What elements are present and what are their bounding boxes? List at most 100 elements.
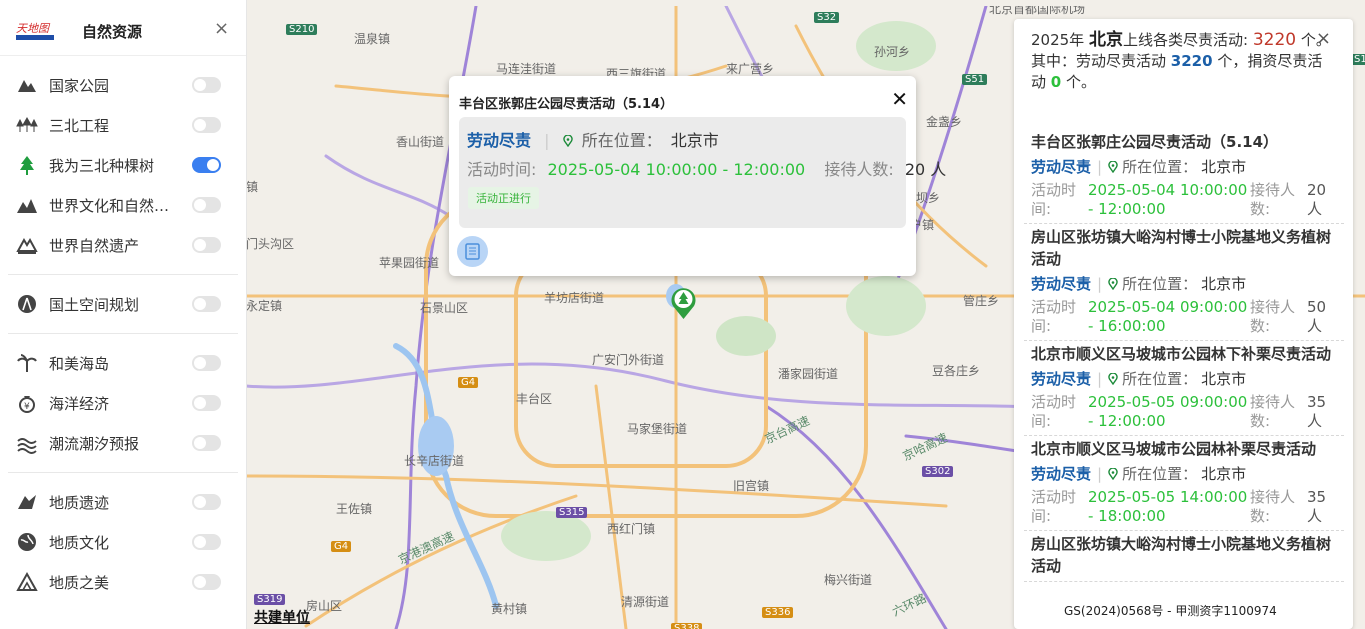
layer-toggle[interactable]: [192, 77, 221, 93]
event-type-row: 劳动尽责 | 所在位置： 北京市: [1031, 368, 1344, 389]
popup-close-icon[interactable]: ✕: [891, 87, 908, 111]
layer-item[interactable]: ¥ 海洋经济: [8, 383, 238, 423]
layer-toggle[interactable]: [192, 157, 221, 173]
road-badge: G4: [458, 377, 479, 388]
event-location-label: 所在位置：: [1122, 275, 1198, 293]
layer-item-label: 国土空间规划: [49, 295, 140, 314]
tree-planting-icon: [16, 154, 38, 176]
event-title: 房山区张坊镇大峪沟村博士小院基地义务植树活动: [1031, 228, 1332, 268]
geo-relic-icon: [16, 491, 38, 513]
palm-tree-icon: [16, 352, 38, 374]
event-capacity-label: 接待人数:: [1250, 393, 1296, 430]
event-type: 劳动尽责: [1031, 275, 1092, 293]
layer-item-label: 地质遗迹: [49, 493, 110, 512]
event-title: 北京市顺义区马坡城市公园林补栗尽责活动: [1031, 440, 1317, 458]
map-place-label: 豆各庄乡: [932, 364, 981, 378]
event-detail-grid: 活动时间: 2025-05-04 10:00:00 - 12:00:00 接待人数:…: [1031, 181, 1344, 219]
layer-toggle[interactable]: [192, 117, 221, 133]
divider: |: [1097, 275, 1103, 293]
activity-list-panel: 2025年 北京上线各类尽责活动: 3220 个。 其中：劳动尽责活动 3220…: [1014, 19, 1353, 629]
layer-item[interactable]: 三北工程: [8, 105, 238, 145]
layer-toggle[interactable]: [192, 494, 221, 510]
event-title: 丰台区张郭庄公园尽责活动（5.14）: [1031, 133, 1279, 151]
layer-item[interactable]: 地质文化: [8, 522, 238, 562]
close-icon[interactable]: ×: [214, 18, 229, 39]
layer-item[interactable]: 世界文化和自然…: [8, 185, 238, 225]
forest-belt-icon: [16, 114, 38, 136]
event-capacity: 20 人: [1307, 181, 1327, 218]
layer-toggle[interactable]: [192, 534, 221, 550]
layer-item-label: 海洋经济: [49, 394, 110, 413]
sidebar-header: 天地图 自然资源 ×: [0, 0, 246, 56]
layer-item[interactable]: 国土空间规划: [8, 284, 238, 324]
event-list-item[interactable]: 房山区张坊镇大峪沟村博士小院基地义务植树活动 劳动尽责 | 所在位置： 北京市 活动时间:…: [1024, 224, 1344, 341]
event-capacity: 35 人: [1307, 488, 1327, 525]
layer-item-label: 和美海岛: [49, 354, 110, 373]
layer-item-label: 地质之美: [49, 573, 110, 592]
layer-toggle[interactable]: [192, 574, 221, 590]
map-place-label: 马连洼街道: [496, 62, 557, 76]
divider: |: [1097, 158, 1103, 176]
layer-toggle[interactable]: [192, 197, 221, 213]
layer-item[interactable]: 国家公园: [8, 65, 238, 105]
activity-type: 劳动尽责: [467, 131, 532, 150]
event-list-item[interactable]: 丰台区张郭庄公园尽责活动（5.14） 劳动尽责 | 所在位置： 北京市 活动时间: 2025…: [1024, 129, 1344, 224]
event-list-item[interactable]: 北京市顺义区马坡城市公园林补栗尽责活动 劳动尽责 | 所在位置： 北京市 活动时间: 202…: [1024, 436, 1344, 531]
map-place-label: 来广营乡: [726, 62, 775, 76]
coop-units-link[interactable]: 共建单位: [254, 607, 310, 627]
road-badge: G4: [331, 541, 352, 552]
layer-toggle[interactable]: [192, 296, 221, 312]
layer-toggle[interactable]: [192, 355, 221, 371]
layer-group: 国土空间规划: [8, 275, 238, 334]
event-title: 北京市顺义区马坡城市公园林下补栗尽责活动: [1031, 345, 1332, 363]
event-capacity-label: 接待人数:: [1250, 181, 1296, 218]
sidebar-title: 自然资源: [82, 23, 143, 41]
layer-item[interactable]: 和美海岛: [8, 343, 238, 383]
layer-group: 国家公园 三北工程 我为三北种棵树 世界文化和自然… 世界自然遗产: [8, 56, 238, 275]
layer-toggle[interactable]: [192, 237, 221, 253]
layer-toggle[interactable]: [192, 435, 221, 451]
event-location-label: 所在位置：: [1122, 465, 1198, 483]
panel-close-icon[interactable]: ×: [1316, 28, 1331, 49]
map-place-label: 孙河乡: [874, 45, 911, 59]
tree-location-marker[interactable]: [670, 286, 697, 320]
labor-count: 3220: [1170, 52, 1213, 70]
event-type: 劳动尽责: [1031, 370, 1092, 388]
event-location: 北京市: [1201, 370, 1247, 388]
capacity-label: 接待人数:: [824, 160, 894, 179]
layer-item[interactable]: 地质遗迹: [8, 482, 238, 522]
capacity-value: 20 人: [904, 160, 947, 179]
summary-mid: 上线各类尽责活动:: [1122, 31, 1249, 49]
layer-item[interactable]: 潮流潮汐预报: [8, 423, 238, 463]
map-place-label: 石景山区: [420, 301, 469, 315]
event-capacity-label: 接待人数:: [1250, 298, 1296, 335]
layer-group: 地质遗迹地质文化地质之美: [8, 473, 238, 611]
location-pin-icon: [1108, 278, 1118, 290]
event-detail-grid: 活动时间: 2025-05-05 09:00:00 - 12:00:00 接待人数:…: [1031, 393, 1344, 431]
map-place-label: 房山区: [306, 599, 343, 613]
map-place-label: 清源街道: [621, 595, 670, 609]
map-place-label: 丰台区: [516, 392, 553, 406]
map-place-label: 坝乡: [916, 191, 941, 205]
layer-item[interactable]: 地质之美: [8, 562, 238, 602]
tide-icon: [16, 432, 38, 454]
layer-group: 和美海岛 ¥ 海洋经济 潮流潮汐预报: [8, 334, 238, 473]
event-list-item[interactable]: 北京市顺义区马坡城市公园林下补栗尽责活动 劳动尽责 | 所在位置： 北京市活动时间: 20…: [1024, 341, 1344, 436]
map-place-label: 旧宫镇: [733, 479, 770, 493]
event-time-label: 活动时间:: [1031, 488, 1077, 525]
summary-line2-c: 个。: [1066, 73, 1097, 91]
layer-item[interactable]: 我为三北种棵树: [8, 145, 238, 185]
location-pin-icon: [1108, 161, 1118, 173]
time-value: 2025-05-04 10:00:00 - 12:00:00: [547, 160, 806, 179]
layer-toggle[interactable]: [192, 395, 221, 411]
event-location: 北京市: [1201, 465, 1247, 483]
map-place-label: 镇: [246, 180, 259, 194]
map-place-label: 王佐镇: [336, 502, 373, 516]
layer-item[interactable]: 世界自然遗产: [8, 225, 238, 265]
event-list-item[interactable]: 房山区张坊镇大峪沟村博士小院基地义务植树活动: [1024, 531, 1344, 582]
document-button[interactable]: [457, 236, 488, 267]
road-badge: S315: [556, 507, 588, 518]
layer-item-label: 世界自然遗产: [49, 236, 140, 255]
donate-count: 0: [1050, 73, 1062, 91]
layer-item-label: 地质文化: [49, 533, 110, 552]
